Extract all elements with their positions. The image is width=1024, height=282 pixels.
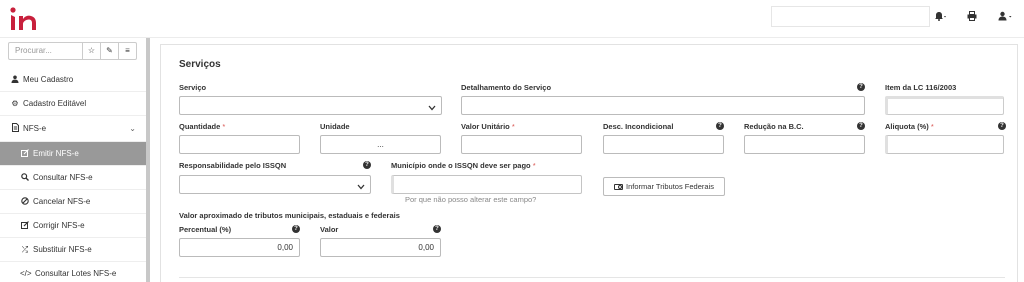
aliquota-label-text: Aliquota (%) — [885, 122, 929, 131]
sidebar-scrollbar[interactable] — [146, 38, 150, 282]
quantidade-label: Quantidade * — [179, 122, 225, 131]
responsabilidade-select[interactable] — [179, 175, 371, 194]
sidebar-item-label: Consultar NFS-e — [33, 173, 93, 182]
valor-label: Valor — [320, 225, 339, 234]
chevron-down-icon — [428, 101, 436, 118]
valor-input[interactable]: 0,00 — [320, 238, 441, 257]
help-icon[interactable]: ? — [363, 161, 371, 169]
unidade-input[interactable]: ... — [320, 135, 441, 154]
required-marker: * — [511, 122, 515, 131]
municipio-input[interactable] — [391, 175, 582, 194]
required-marker: * — [930, 122, 934, 131]
quantidade-label-text: Quantidade — [179, 122, 221, 131]
valor-unitario-label-text: Valor Unitário — [461, 122, 510, 131]
sidebar-search-input[interactable]: Procurar... — [8, 42, 83, 60]
sidebar-item-corrigir-nfse[interactable]: Corrigir NFS-e — [0, 214, 146, 238]
sidebar-item-nfse[interactable]: NFS-e ⌄ — [0, 116, 146, 142]
ban-icon — [20, 196, 30, 207]
help-icon[interactable]: ? — [857, 83, 865, 91]
code-icon: </> — [20, 269, 32, 278]
informar-tributos-button[interactable]: Informar Tributos Federais — [603, 177, 725, 196]
pencil-icon: ✎ — [106, 46, 113, 55]
sidebar-item-label: Meu Cadastro — [23, 75, 74, 84]
print-icon[interactable] — [967, 11, 977, 23]
cogs-icon: ⚙ — [11, 99, 19, 108]
percentual-label: Percentual (%) — [179, 225, 232, 234]
sidebar-item-label: Cancelar NFS-e — [33, 197, 91, 206]
municipio-help-link[interactable]: Por que não posso alterar este campo? — [405, 195, 536, 204]
responsabilidade-label: Responsabilidade pelo ISSQN — [179, 161, 287, 170]
sidebar-item-label: Substituir NFS-e — [33, 245, 92, 254]
help-icon[interactable]: ? — [292, 225, 300, 233]
user-icon — [10, 75, 20, 85]
reducao-bc-input[interactable] — [744, 135, 865, 154]
sidebar-item-label: NFS-e — [23, 124, 47, 133]
valor-unitario-label: Valor Unitário * — [461, 122, 515, 131]
pencil-square-icon — [20, 220, 30, 231]
sidebar: Procurar... ☆ ✎ ≡ Meu Cadastro ⚙ Cadastr… — [0, 38, 150, 282]
sidebar-item-meu-cadastro[interactable]: Meu Cadastro — [0, 68, 146, 92]
aliquota-label: Aliquota (%) * — [885, 122, 934, 131]
top-search-input[interactable] — [771, 6, 930, 27]
informar-tributos-label: Informar Tributos Federais — [626, 182, 714, 191]
municipio-label-text: Município onde o ISSQN deve ser pago — [391, 161, 531, 170]
required-marker: * — [222, 122, 226, 131]
required-marker: * — [532, 161, 536, 170]
quantidade-input[interactable] — [179, 135, 300, 154]
sidebar-item-consultar-lotes-nfse[interactable]: </> Consultar Lotes NFS-e — [0, 262, 146, 282]
user-icon[interactable] — [998, 11, 1012, 23]
star-icon: ☆ — [87, 46, 96, 55]
percentual-input[interactable]: 0,00 — [179, 238, 300, 257]
section-divider — [179, 277, 1005, 278]
sidebar-item-emitir-nfse[interactable]: Emitir NFS-e — [0, 142, 146, 166]
aprox-tributos-label: Valor aproximado de tributos municipais,… — [179, 211, 400, 220]
sidebar-item-label: Cadastro Editável — [23, 99, 87, 108]
sidebar-item-cancelar-nfse[interactable]: Cancelar NFS-e — [0, 190, 146, 214]
detalhamento-label: Detalhamento do Serviço — [461, 83, 552, 92]
sidebar-search-row: Procurar... ☆ ✎ ≡ — [8, 42, 137, 60]
help-icon[interactable]: ? — [716, 122, 724, 130]
sidebar-item-consultar-nfse[interactable]: Consultar NFS-e — [0, 166, 146, 190]
item-lc-label: Item da LC 116/2003 — [885, 83, 957, 92]
valor-unitario-input[interactable] — [461, 135, 582, 154]
sidebar-item-label: Consultar Lotes NFS-e — [35, 269, 117, 278]
sidebar-item-label: Corrigir NFS-e — [33, 221, 85, 230]
item-lc-input[interactable] — [885, 96, 1004, 115]
chevron-down-icon — [357, 180, 365, 197]
reducao-bc-label: Redução na B.C. — [744, 122, 804, 131]
help-icon[interactable]: ? — [998, 122, 1006, 130]
detalhamento-input[interactable] — [461, 96, 865, 115]
money-icon — [614, 183, 624, 190]
panel-title: Serviços — [179, 59, 221, 70]
menu-list-button[interactable]: ≡ — [119, 42, 137, 60]
desc-incondicional-input[interactable] — [603, 135, 724, 154]
desc-incondicional-label: Desc. Incondicional — [603, 122, 674, 131]
servico-label: Serviço — [179, 83, 207, 92]
help-icon[interactable]: ? — [433, 225, 441, 233]
municipio-label: Município onde o ISSQN deve ser pago * — [391, 161, 536, 170]
services-panel: Serviços Serviço Detalhamento do Serviço… — [160, 44, 1018, 282]
unidade-label: Unidade — [320, 122, 350, 131]
aliquota-input[interactable] — [885, 135, 1004, 154]
edit-icon — [20, 148, 30, 159]
search-icon — [20, 172, 30, 183]
sidebar-item-label: Emitir NFS-e — [33, 149, 79, 158]
bell-icon[interactable] — [934, 11, 946, 23]
brand-logo[interactable] — [8, 5, 44, 33]
sidebar-item-cadastro-editavel[interactable]: ⚙ Cadastro Editável — [0, 92, 146, 116]
servico-select[interactable] — [179, 96, 442, 115]
help-icon[interactable]: ? — [857, 122, 865, 130]
sidebar-item-substituir-nfse[interactable]: ⤮ Substituir NFS-e — [0, 238, 146, 262]
chevron-down-icon: ⌄ — [129, 124, 136, 133]
favorites-button[interactable]: ☆ — [83, 42, 101, 60]
document-icon — [10, 123, 20, 134]
shuffle-icon: ⤮ — [21, 244, 29, 254]
edit-menu-button[interactable]: ✎ — [101, 42, 119, 60]
list-icon: ≡ — [125, 46, 130, 55]
top-bar — [0, 0, 1024, 38]
